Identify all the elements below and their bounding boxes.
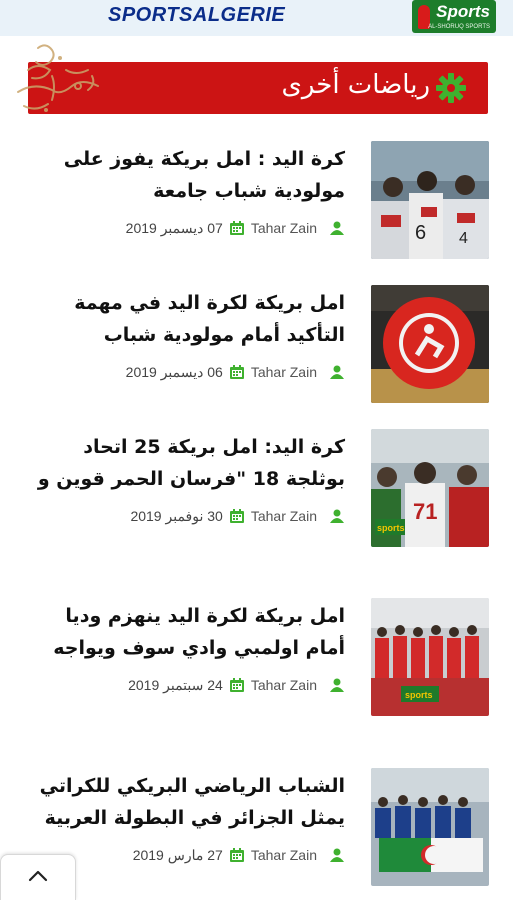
badge-main-text: Sports — [436, 2, 490, 21]
user-icon — [330, 365, 344, 379]
article-date: 06 ديسمبر 2019 — [125, 363, 223, 380]
article-title[interactable]: كرة اليد : امل بريكة يفوز على مولودية شب… — [25, 143, 345, 207]
article-thumbnail[interactable]: 6 4 — [371, 141, 489, 259]
calendar-icon — [229, 221, 244, 235]
article-meta: Tahar Zain 27 مارس 2019 — [133, 844, 345, 866]
chevron-up-icon — [28, 870, 48, 882]
article-card[interactable]: 71 sports كرة اليد: امل بريكة 25 اتحاد ب… — [0, 429, 513, 549]
article-meta: Tahar Zain 07 ديسمبر 2019 — [126, 217, 345, 239]
gear-icon — [436, 73, 466, 103]
scroll-to-top-button[interactable] — [0, 854, 76, 900]
badge-sub-text: AL-SHORUQ SPORTS — [428, 24, 490, 30]
svg-text:sports: sports — [377, 523, 405, 533]
user-icon — [330, 848, 344, 862]
user-icon — [330, 678, 344, 692]
svg-text:sports: sports — [405, 690, 433, 700]
top-banner[interactable]: SPORTSALGERIE Sports AL-SHORUQ SPORTS — [0, 0, 513, 36]
user-icon — [330, 509, 344, 523]
article-title[interactable]: كرة اليد: امل بريكة 25 اتحاد بوثلجة 18 "… — [25, 431, 345, 495]
article-author[interactable]: Tahar Zain — [251, 847, 317, 863]
article-date: 30 نوفمبر 2019 — [130, 507, 223, 524]
article-date: 07 ديسمبر 2019 — [125, 219, 223, 236]
article-author[interactable]: Tahar Zain — [251, 508, 317, 524]
article-card[interactable]: 6 4 كرة اليد : امل بريكة يفوز على مولودي… — [0, 141, 513, 261]
article-title[interactable]: امل بريكة لكرة اليد في مهمة التأكيد أمام… — [25, 287, 345, 351]
article-thumbnail[interactable] — [371, 768, 489, 886]
article-meta: Tahar Zain 30 نوفمبر 2019 — [130, 505, 345, 527]
article-card[interactable]: امل بريكة لكرة اليد في مهمة التأكيد أمام… — [0, 285, 513, 405]
article-card[interactable]: sports امل بريكة لكرة اليد ينهزم وديا أم… — [0, 598, 513, 718]
user-icon — [330, 221, 344, 235]
article-thumbnail[interactable]: sports — [371, 598, 489, 716]
article-title[interactable]: الشباب الرياضي البريكي للكراتي يمثل الجز… — [25, 770, 345, 834]
brand-logo-text: SPORTSALGERIE — [108, 4, 286, 26]
calendar-icon — [229, 678, 244, 692]
article-meta: Tahar Zain 24 سبتمبر 2019 — [128, 674, 345, 696]
article-date: 27 مارس 2019 — [132, 846, 223, 863]
calendar-icon — [229, 365, 244, 379]
article-card[interactable]: الشباب الرياضي البريكي للكراتي يمثل الجز… — [0, 768, 513, 888]
svg-text:6: 6 — [415, 222, 426, 244]
calendar-icon — [229, 509, 244, 523]
article-date: 24 سبتمبر 2019 — [128, 676, 223, 693]
article-author[interactable]: Tahar Zain — [251, 220, 317, 236]
svg-text:71: 71 — [413, 499, 437, 524]
calendar-icon — [229, 848, 244, 862]
article-thumbnail[interactable] — [371, 285, 489, 403]
article-title[interactable]: امل بريكة لكرة اليد ينهزم وديا أمام اولم… — [25, 600, 345, 664]
section-title: رياضات أخرى — [281, 70, 430, 100]
svg-text:4: 4 — [459, 230, 468, 247]
ramadan-kareem-logo — [8, 40, 104, 118]
sports-badge-logo: Sports AL-SHORUQ SPORTS — [412, 0, 496, 33]
article-author[interactable]: Tahar Zain — [251, 364, 317, 380]
article-meta: Tahar Zain 06 ديسمبر 2019 — [126, 361, 345, 383]
article-author[interactable]: Tahar Zain — [251, 677, 317, 693]
article-thumbnail[interactable]: 71 sports — [371, 429, 489, 547]
